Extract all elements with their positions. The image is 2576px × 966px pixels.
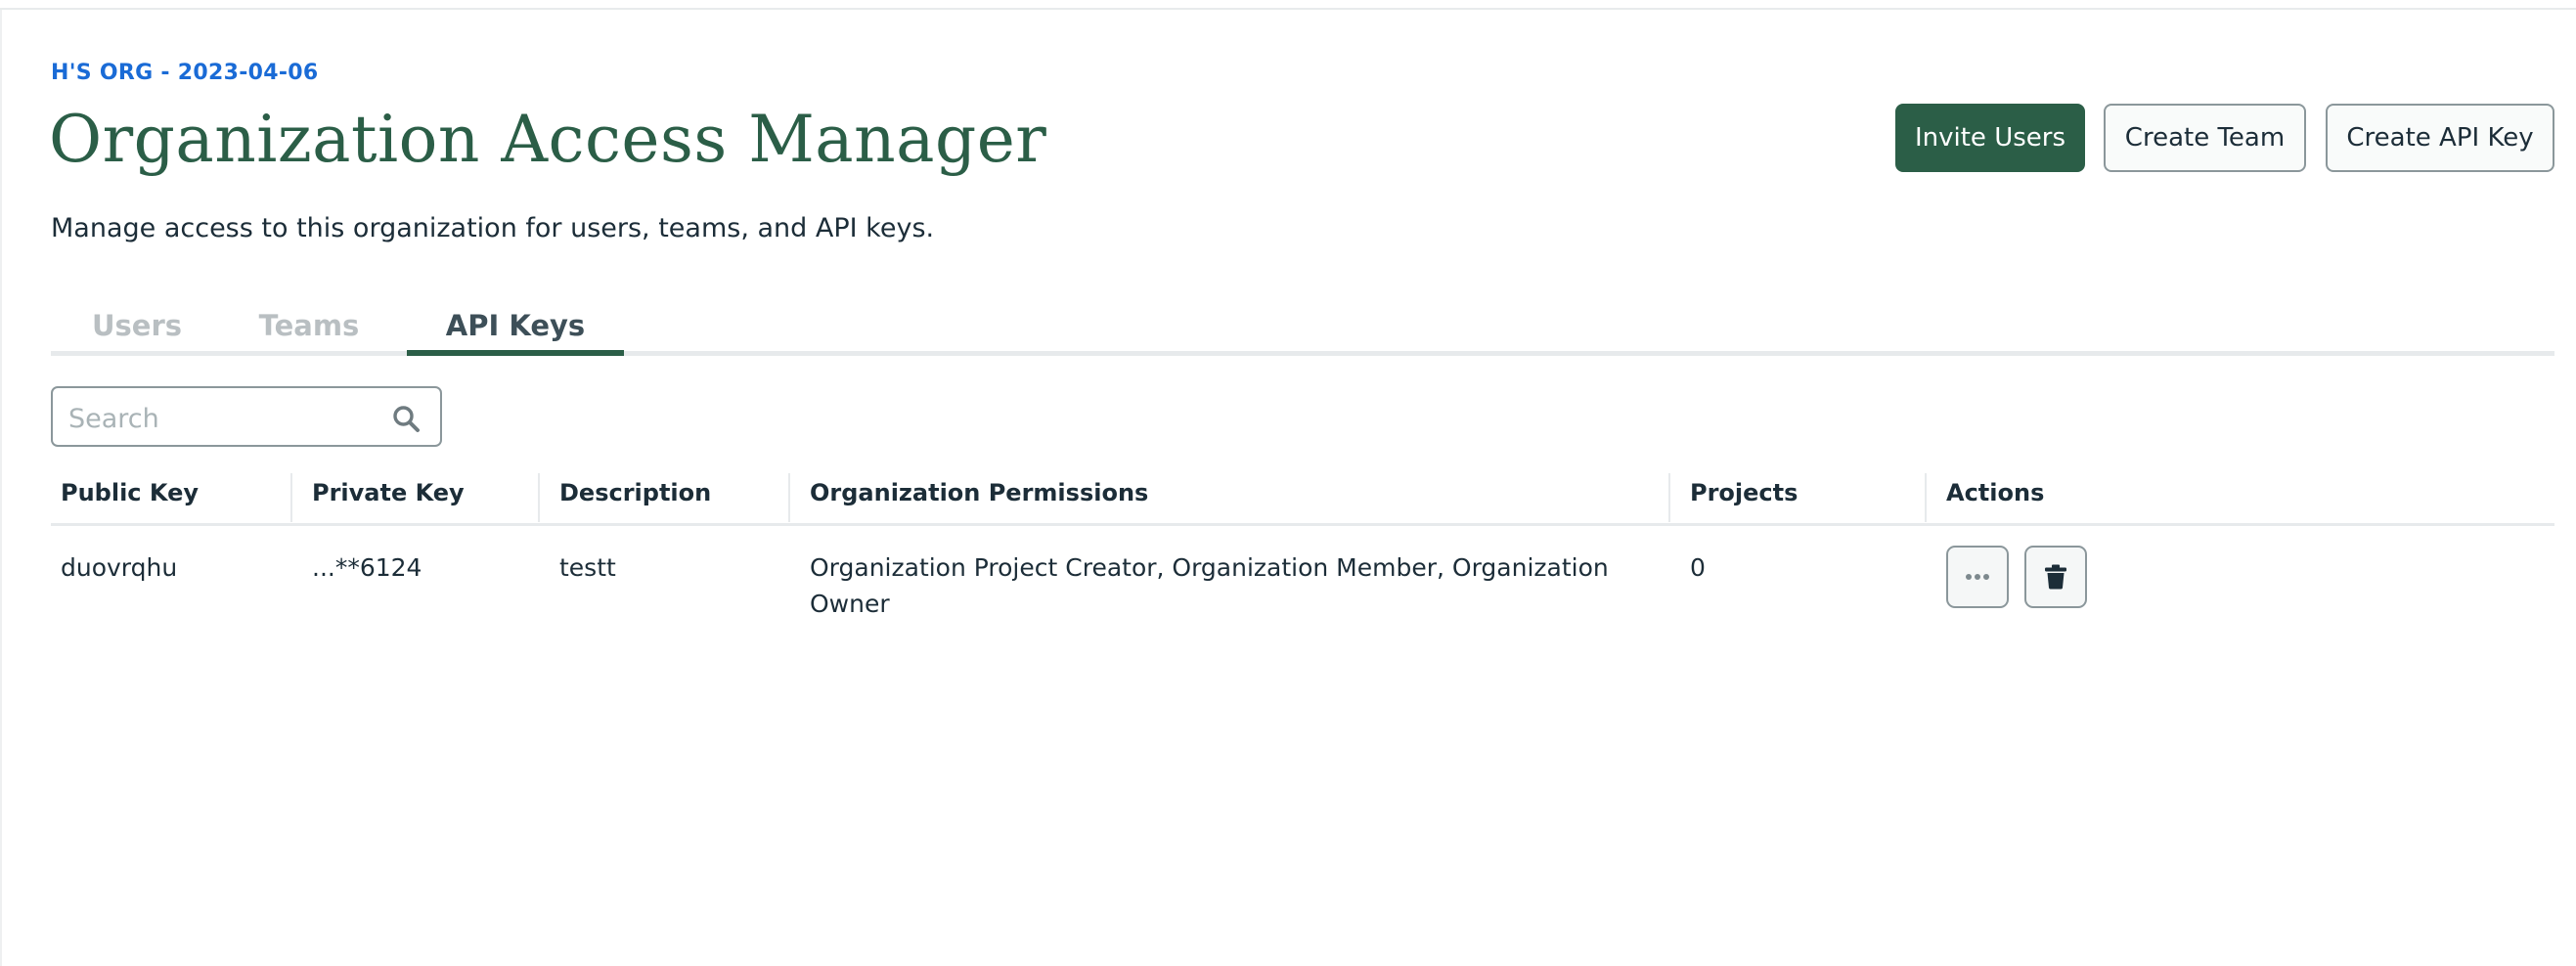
column-divider — [538, 473, 540, 522]
create-api-key-button[interactable]: Create API Key — [2326, 104, 2554, 172]
public-key-cell: duovrqhu — [61, 553, 178, 582]
column-header-public-key[interactable]: Public Key — [61, 479, 199, 506]
top-divider — [0, 8, 2576, 10]
delete-api-key-button[interactable] — [2024, 546, 2087, 608]
projects-cell: 0 — [1690, 553, 1706, 582]
column-header-projects[interactable]: Projects — [1690, 479, 1798, 506]
search-icon[interactable] — [391, 404, 421, 433]
column-divider — [788, 473, 790, 522]
left-divider — [0, 10, 2, 966]
trash-icon — [2045, 564, 2066, 590]
table-header-divider — [51, 523, 2554, 526]
create-team-button[interactable]: Create Team — [2104, 104, 2306, 172]
column-divider — [1925, 473, 1927, 522]
active-tab-indicator — [407, 350, 624, 356]
column-header-actions: Actions — [1946, 479, 2045, 506]
org-breadcrumb[interactable]: H'S ORG - 2023-04-06 — [51, 61, 319, 85]
tab-api-keys[interactable]: API Keys — [407, 295, 624, 356]
tab-users[interactable]: Users — [51, 295, 223, 356]
description-cell: testt — [559, 553, 616, 582]
ellipsis-icon — [1966, 574, 1989, 580]
column-divider — [1668, 473, 1670, 522]
page-subtitle: Manage access to this organization for u… — [51, 213, 935, 243]
permissions-cell: Organization Project Creator, Organizati… — [810, 553, 1609, 618]
private-key-cell: ...**6124 — [312, 553, 422, 582]
column-header-organization-permissions[interactable]: Organization Permissions — [810, 479, 1148, 506]
page-title: Organization Access Manager — [49, 102, 1047, 177]
invite-users-button[interactable]: Invite Users — [1895, 104, 2085, 172]
search-box — [51, 386, 442, 447]
tab-teams[interactable]: Teams — [223, 295, 395, 356]
column-header-private-key[interactable]: Private Key — [312, 479, 465, 506]
access-tabs: Users Teams API Keys — [51, 295, 2554, 356]
org-access-manager-page: H'S ORG - 2023-04-06 Organization Access… — [0, 0, 2576, 966]
column-header-description[interactable]: Description — [559, 479, 711, 506]
more-actions-button[interactable] — [1946, 546, 2009, 608]
search-input[interactable] — [67, 398, 383, 439]
column-divider — [290, 473, 292, 522]
